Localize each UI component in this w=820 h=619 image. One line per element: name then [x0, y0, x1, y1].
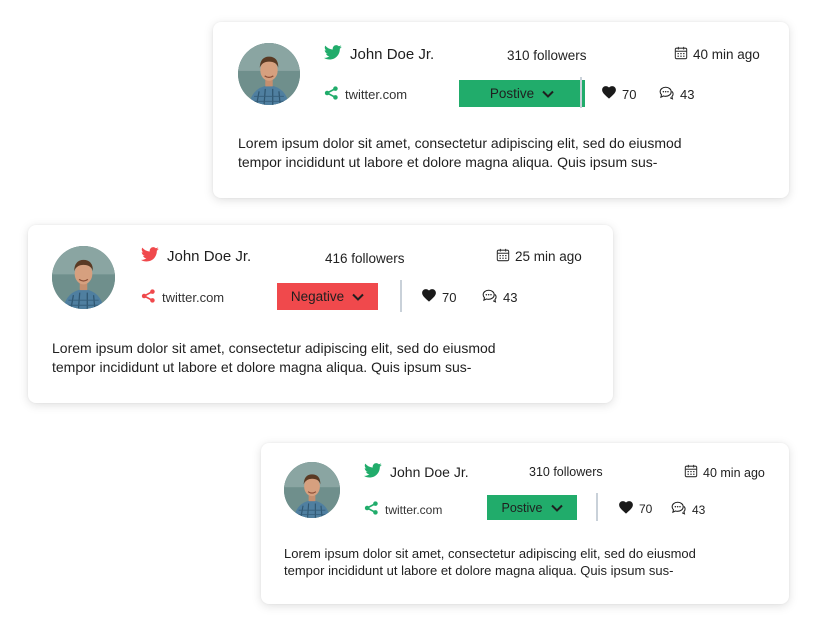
post-time: 40 min ago: [674, 46, 760, 63]
likes-count: 70: [639, 502, 653, 516]
post-body-line-2: tempor incididunt ut labore et dolore ma…: [238, 154, 658, 170]
time-label: 25 min ago: [515, 249, 582, 264]
source-label: twitter.com: [162, 290, 225, 305]
time-label: 40 min ago: [703, 465, 765, 480]
likes-count: 70: [622, 86, 637, 102]
divider: [580, 77, 582, 108]
heart-icon: [619, 501, 633, 517]
chevron-down-icon: [542, 86, 554, 101]
post-card-3: John Doe Jr. 310 followers 40 min ago tw…: [261, 443, 789, 604]
comments-count: 43: [692, 502, 706, 517]
sentiment-dropdown[interactable]: Postive: [459, 80, 585, 107]
likes-count: 70: [442, 289, 457, 305]
post-body-line-1: Lorem ipsum dolor sit amet, consectetur …: [238, 135, 682, 151]
sentiment-dropdown[interactable]: Postive: [487, 495, 577, 520]
avatar[interactable]: [52, 246, 115, 309]
source-link[interactable]: twitter.com: [324, 86, 407, 103]
followers-count: 310 followers: [507, 48, 587, 63]
heart-icon: [422, 289, 436, 305]
post-body-line-1: Lorem ipsum dolor sit amet, consectetur …: [284, 546, 696, 561]
post-body-line-2: tempor incididunt ut labore et dolore ma…: [284, 563, 674, 578]
author-name[interactable]: John Doe Jr.: [390, 464, 469, 480]
likes-stat[interactable]: 70: [602, 86, 636, 102]
divider: [596, 493, 598, 521]
author: John Doe Jr.: [364, 463, 469, 481]
sentiment-dropdown[interactable]: Negative: [277, 283, 378, 310]
post-body: Lorem ipsum dolor sit amet, consectetur …: [52, 339, 496, 377]
post-card-1: John Doe Jr. 310 followers 40 min ago tw…: [213, 22, 789, 198]
source-link[interactable]: twitter.com: [364, 501, 442, 518]
calendar-icon: [684, 464, 698, 481]
share-icon: [364, 501, 379, 518]
avatar[interactable]: [284, 462, 340, 518]
share-icon: [324, 86, 339, 103]
calendar-icon: [674, 46, 688, 63]
author-name[interactable]: John Doe Jr.: [350, 46, 434, 63]
comments-stat[interactable]: 43: [671, 501, 705, 518]
time-label: 40 min ago: [693, 47, 760, 62]
share-icon: [141, 289, 156, 306]
post-body: Lorem ipsum dolor sit amet, consectetur …: [238, 134, 682, 172]
source-label: twitter.com: [385, 502, 443, 517]
author: John Doe Jr.: [324, 45, 434, 64]
heart-icon: [602, 86, 616, 102]
likes-stat[interactable]: 70: [422, 289, 456, 305]
chevron-down-icon: [550, 501, 563, 515]
twitter-bird-icon: [324, 45, 342, 64]
post-card-2: John Doe Jr. 416 followers 25 min ago tw…: [28, 225, 613, 403]
sentiment-label: Postive: [501, 500, 543, 515]
comments-stat[interactable]: 43: [482, 289, 517, 306]
followers-count: 416 followers: [325, 251, 405, 266]
likes-stat[interactable]: 70: [619, 501, 652, 517]
comments-stat[interactable]: 43: [659, 86, 694, 103]
sentiment-label: Negative: [290, 289, 345, 304]
post-body-line-1: Lorem ipsum dolor sit amet, consectetur …: [52, 340, 496, 356]
comment-icon: [659, 86, 674, 103]
comment-icon: [482, 289, 497, 306]
source-link[interactable]: twitter.com: [141, 289, 224, 306]
avatar[interactable]: [238, 43, 300, 105]
comment-icon: [671, 501, 686, 518]
source-label: twitter.com: [345, 87, 408, 102]
post-body: Lorem ipsum dolor sit amet, consectetur …: [284, 545, 696, 579]
followers-count: 310 followers: [529, 465, 603, 479]
sentiment-label: Postive: [489, 86, 535, 101]
post-time: 25 min ago: [496, 248, 582, 265]
comments-count: 43: [503, 290, 518, 305]
chevron-down-icon: [352, 289, 364, 304]
post-time: 40 min ago: [684, 464, 765, 481]
calendar-icon: [496, 248, 510, 265]
divider: [400, 280, 402, 312]
twitter-bird-icon: [364, 463, 382, 481]
twitter-bird-icon: [141, 247, 159, 266]
author-name[interactable]: John Doe Jr.: [167, 248, 251, 265]
author: John Doe Jr.: [141, 247, 251, 266]
comments-count: 43: [680, 87, 695, 102]
post-body-line-2: tempor incididunt ut labore et dolore ma…: [52, 359, 472, 375]
